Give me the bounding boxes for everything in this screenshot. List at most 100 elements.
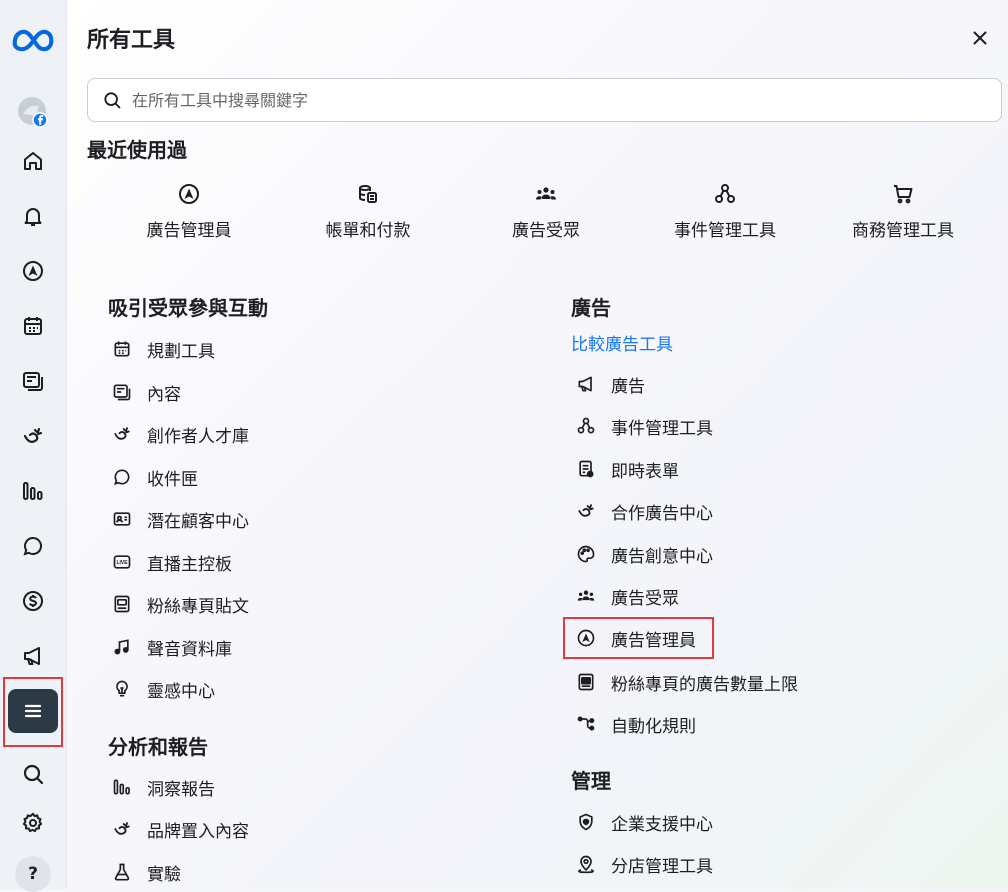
tool-insights[interactable]: 洞察報告 — [111, 772, 215, 802]
recent-item-label: 廣告受眾 — [512, 221, 580, 241]
billing-coins-icon — [359, 185, 377, 203]
tool-label: 自動化規則 — [611, 716, 696, 737]
tool-leads-center[interactable]: 潛在顧客中心 — [111, 504, 249, 534]
recent-section-title: 最近使用過 — [87, 138, 187, 162]
close-icon — [973, 31, 987, 45]
tool-label: 廣告創意中心 — [611, 546, 713, 567]
tool-audiences[interactable]: 廣告受眾 — [575, 581, 679, 611]
help-icon: ? — [15, 856, 51, 892]
tool-label: 收件匣 — [147, 469, 198, 490]
tool-business-support-home[interactable]: 企業支援中心 — [575, 807, 713, 837]
recent-item-audience[interactable]: 廣告受眾 — [471, 182, 621, 241]
tool-label: 創作者人才庫 — [147, 426, 249, 447]
tool-page-ads-limit[interactable]: 粉絲專頁的廣告數量上限 — [575, 667, 798, 697]
analytics-section-title: 分析和報告 — [108, 735, 208, 759]
chat-bubble-icon — [114, 469, 130, 485]
tool-sound-collection[interactable]: 聲音資料庫 — [111, 632, 232, 662]
tool-label: 實驗 — [147, 864, 181, 885]
search-icon — [104, 92, 121, 109]
profile-avatar[interactable] — [8, 90, 58, 134]
recent-item-label: 帳單和付款 — [325, 221, 411, 241]
home-icon[interactable] — [8, 139, 58, 183]
tool-content[interactable]: 內容 — [111, 377, 181, 407]
tool-label: 聲音資料庫 — [147, 639, 232, 660]
recent-item-label: 事件管理工具 — [674, 221, 776, 241]
chat-bubble-icon[interactable] — [8, 524, 58, 568]
menu-icon[interactable] — [8, 689, 58, 733]
audience-icon — [536, 187, 556, 200]
shield-icon — [579, 813, 593, 831]
search-input[interactable] — [130, 89, 1001, 111]
tool-label: 廣告受眾 — [611, 588, 679, 609]
tool-planner[interactable]: 規劃工具 — [111, 334, 215, 364]
megaphone-icon[interactable] — [8, 634, 58, 678]
tool-partnership-ads-hub[interactable]: 合作廣告中心 — [575, 496, 713, 526]
audience-icon — [577, 590, 595, 601]
events-manager-icon — [715, 184, 735, 203]
creator-icon — [578, 504, 594, 517]
live-icon: LIVE — [113, 555, 131, 569]
recent-item-ads-manager[interactable]: 廣告管理員 — [114, 182, 264, 241]
recent-item-events-manager[interactable]: 事件管理工具 — [650, 182, 800, 241]
tool-label: 事件管理工具 — [611, 418, 713, 439]
tool-label: 分店管理工具 — [611, 856, 713, 877]
creator-icon — [114, 427, 130, 440]
tool-store-locations[interactable]: 分店管理工具 — [575, 849, 713, 879]
search-box[interactable] — [87, 78, 1002, 122]
panel-title: 所有工具 — [87, 28, 176, 53]
manage-section-title: 管理 — [571, 769, 611, 793]
ads-manager-icon — [179, 184, 199, 204]
calendar-icon[interactable] — [8, 304, 58, 348]
page-ads-limit-icon — [578, 673, 594, 691]
insights-icon — [113, 779, 130, 795]
tool-label: 廣告管理員 — [611, 630, 696, 651]
flask-icon — [114, 863, 130, 881]
gear-icon[interactable] — [8, 801, 58, 845]
recent-item-commerce-manager[interactable]: 商務管理工具 — [828, 182, 978, 241]
tool-label: 廣告 — [611, 376, 645, 397]
lightbulb-icon — [116, 680, 128, 697]
tool-label: 品牌置入內容 — [147, 821, 249, 842]
ads-manager-icon[interactable] — [8, 249, 58, 293]
meta-logo-icon[interactable] — [8, 18, 58, 62]
bell-icon[interactable] — [8, 194, 58, 238]
engage-section-title: 吸引受眾參與互動 — [108, 296, 268, 320]
content-icon[interactable] — [8, 359, 58, 403]
recent-item-label: 廣告管理員 — [146, 221, 232, 241]
tool-experiments[interactable]: 實驗 — [111, 857, 181, 887]
tool-label: 直播主控板 — [147, 554, 232, 575]
tool-inbox[interactable]: 收件匣 — [111, 462, 198, 492]
tool-instant-forms[interactable]: 即時表單 — [575, 454, 679, 484]
tool-automated-rules[interactable]: 自動化規則 — [575, 709, 696, 739]
tool-label: 企業支援中心 — [611, 814, 713, 835]
tool-branded-content[interactable]: 品牌置入內容 — [111, 814, 249, 844]
tool-label: 即時表單 — [611, 461, 679, 482]
page-posts-icon — [114, 595, 130, 613]
tool-creative-hub[interactable]: 廣告創意中心 — [575, 539, 713, 569]
tool-label: 粉絲專頁的廣告數量上限 — [611, 674, 798, 695]
tool-creator-marketplace[interactable]: 創作者人才庫 — [111, 419, 249, 449]
palette-icon — [577, 545, 595, 563]
compare-ad-tools-link[interactable]: 比較廣告工具 — [571, 330, 673, 355]
tool-label: 合作廣告中心 — [611, 503, 713, 524]
close-button[interactable] — [966, 24, 994, 52]
tool-ads-manager[interactable]: 廣告管理員 — [575, 623, 696, 653]
svg-text:LIVE: LIVE — [116, 560, 128, 566]
search-icon[interactable] — [8, 752, 58, 796]
tool-ads[interactable]: 廣告 — [575, 369, 645, 399]
tool-live-dashboard[interactable]: LIVE 直播主控板 — [111, 547, 232, 577]
contact-card-icon — [113, 512, 131, 526]
creator-icon[interactable] — [8, 414, 58, 458]
recent-item-label: 商務管理工具 — [852, 221, 954, 241]
location-pin-icon — [578, 855, 594, 874]
insights-icon[interactable] — [8, 469, 58, 513]
tool-page-posts[interactable]: 粉絲專頁貼文 — [111, 589, 249, 619]
tool-inspiration-hub[interactable]: 靈感中心 — [111, 674, 215, 704]
music-note-icon — [114, 639, 129, 655]
dollar-icon[interactable] — [8, 579, 58, 623]
help-button[interactable]: ? — [8, 850, 58, 892]
tool-label: 內容 — [147, 384, 181, 405]
tool-events-manager[interactable]: 事件管理工具 — [575, 411, 713, 441]
tool-label: 規劃工具 — [147, 341, 215, 362]
recent-item-billing[interactable]: 帳單和付款 — [293, 182, 443, 241]
